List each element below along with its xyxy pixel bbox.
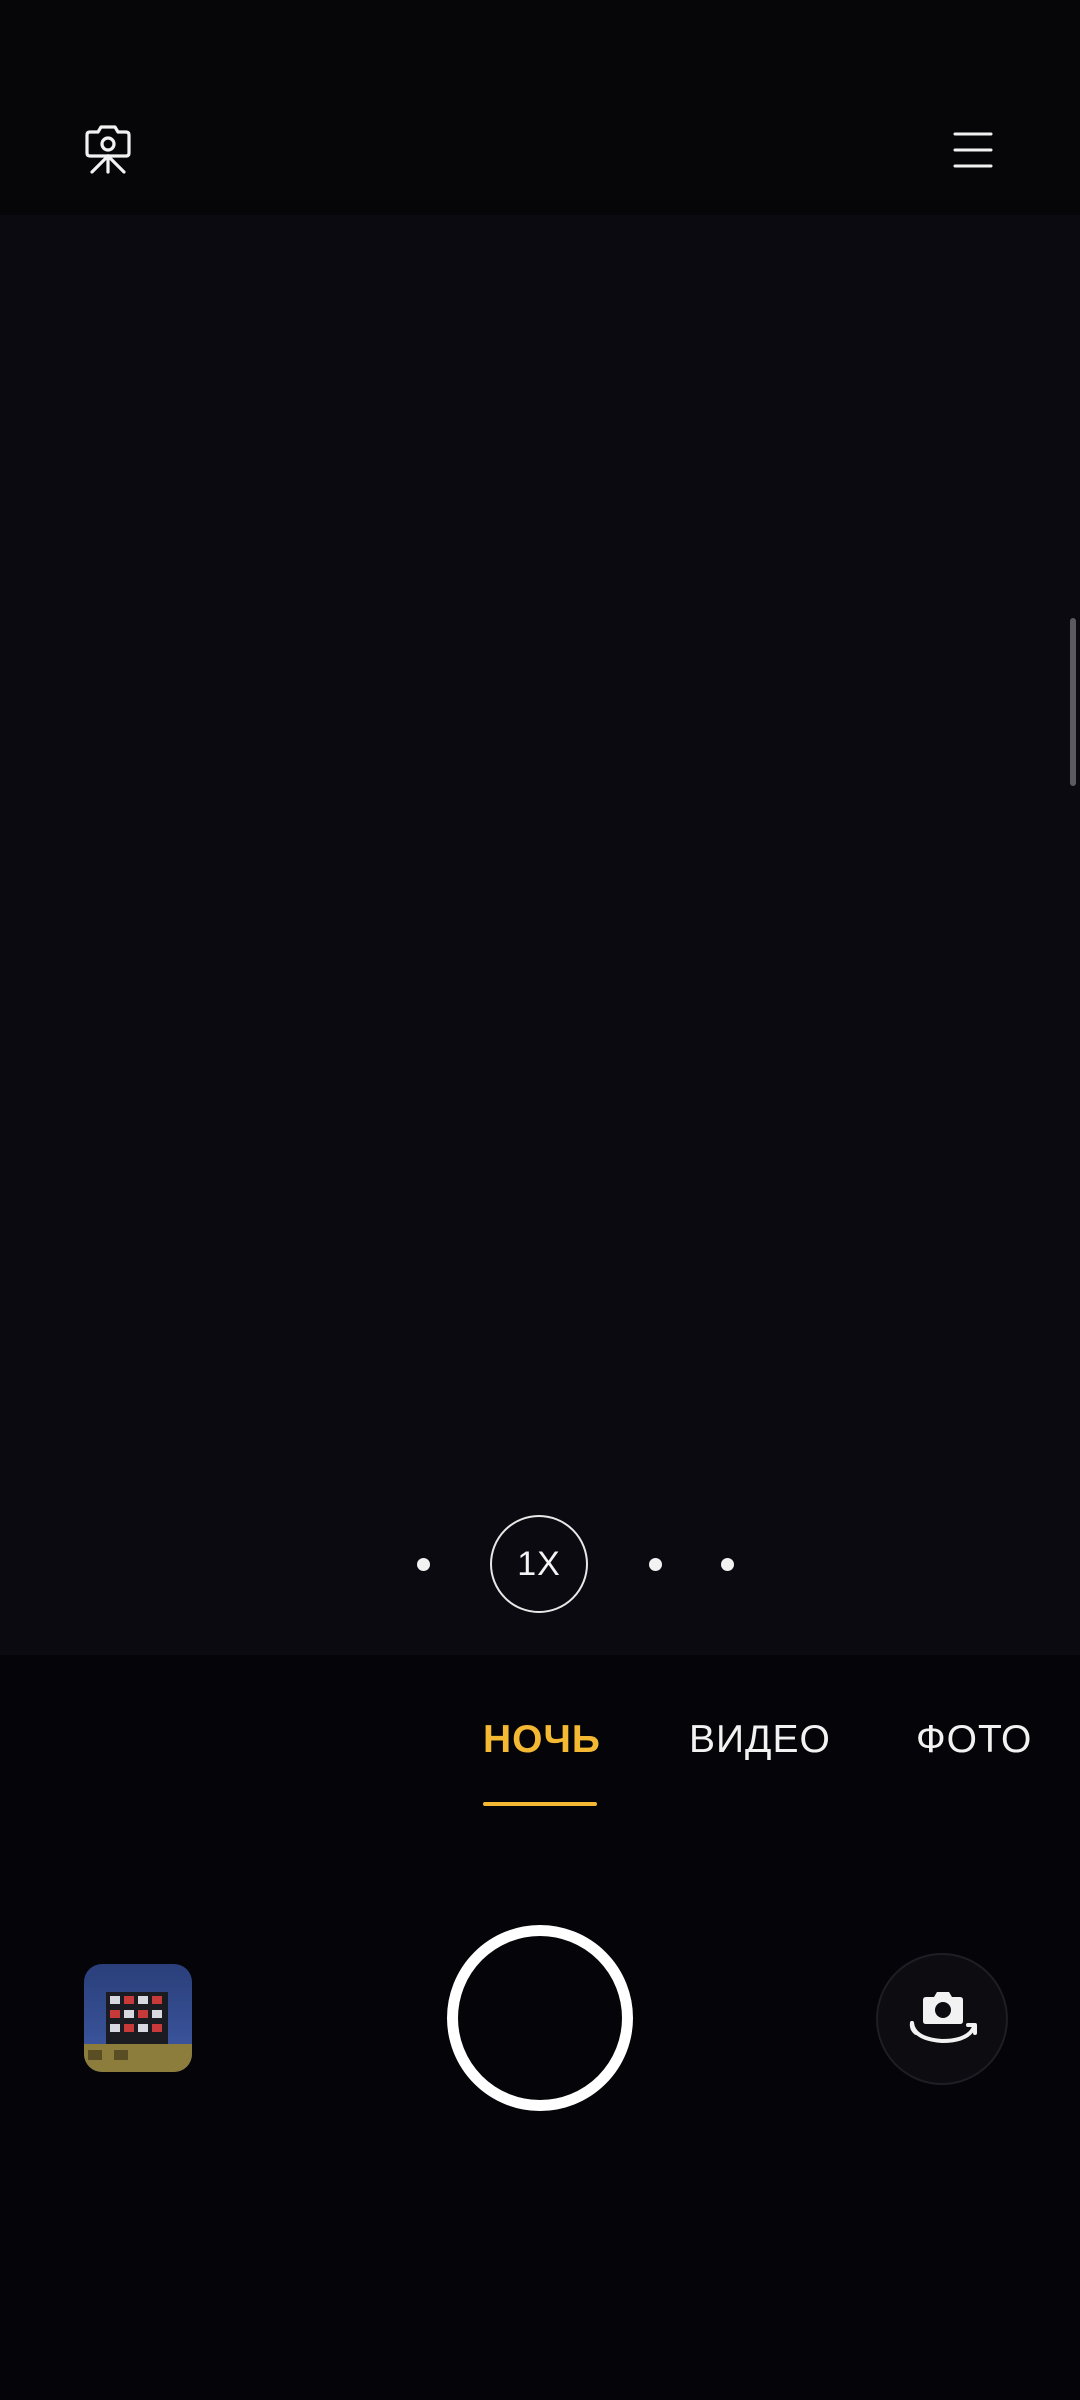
viewfinder[interactable] [0,215,1080,1655]
switch-camera-button[interactable] [876,1953,1008,2085]
zoom-option-dot[interactable] [649,1558,662,1571]
top-bar [0,0,1080,215]
zoom-option-dot[interactable] [721,1558,734,1571]
camera-settings-icon [85,125,131,174]
zoom-option-dot[interactable] [417,1558,430,1571]
side-scroll-indicator[interactable] [1070,618,1076,786]
zoom-current-button[interactable]: 1X [490,1515,588,1613]
camera-settings-button[interactable] [70,110,146,186]
menu-button[interactable] [935,115,1011,185]
shutter-button[interactable] [447,1925,633,2111]
camera-screen: 1X НОЧЬ ВИДЕО ФОТО [0,0,1080,2400]
gallery-thumbnail-image [84,1964,192,2072]
switch-camera-icon [909,1992,977,2044]
gallery-thumbnail[interactable] [84,1964,192,2072]
active-mode-underline [483,1802,597,1806]
menu-icon [953,132,993,168]
mode-night[interactable]: НОЧЬ [483,1718,601,1762]
mode-photo[interactable]: ФОТО [916,1718,1032,1762]
mode-video[interactable]: ВИДЕО [689,1718,831,1762]
zoom-current-label: 1X [517,1544,561,1583]
